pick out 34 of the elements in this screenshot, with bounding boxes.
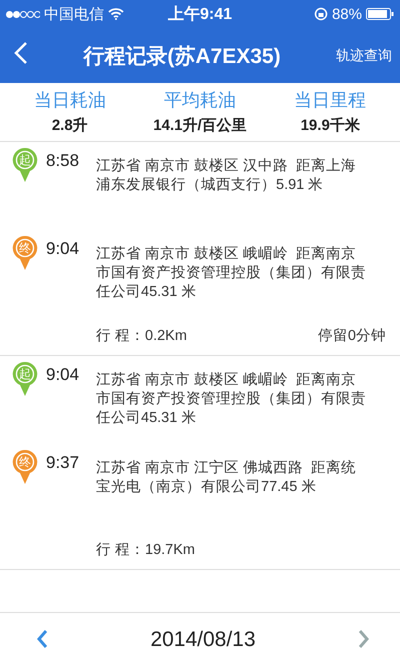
- signal-icon: [6, 10, 40, 18]
- chevron-right-icon[interactable]: [358, 628, 370, 648]
- clock-time: 上午9:41: [168, 4, 232, 24]
- time-label: 9:37: [46, 452, 80, 474]
- stat-label: 当日里程: [294, 89, 366, 112]
- stay-duration: 停留0分钟: [318, 326, 386, 344]
- stat-label: 当日耗油: [34, 89, 106, 112]
- map-pin-icon: 起: [12, 361, 38, 397]
- time-label: 9:04: [46, 364, 80, 386]
- stat-label: 平均耗油: [164, 89, 236, 112]
- wifi-icon: [108, 8, 124, 20]
- track-query-link[interactable]: 轨迹查询: [336, 46, 392, 64]
- map-pin-icon: 终: [12, 449, 38, 485]
- date-label: 2014/08/13: [149, 628, 257, 652]
- carrier-name: 中国电信: [44, 4, 104, 24]
- address-text: 江苏省 南京市 江宁区 佛城西路 距离统宝光电（南京）有限公司77.45 米: [96, 459, 358, 497]
- battery-percent: 88%: [332, 6, 362, 22]
- page-title: 行程记录(苏A7EX35): [82, 44, 282, 70]
- stat-value: 2.8升: [52, 116, 88, 135]
- time-label: 8:58: [46, 150, 80, 172]
- chevron-left-icon[interactable]: [36, 628, 48, 648]
- back-icon[interactable]: [14, 41, 28, 65]
- distance-text: 行 程：19.7Km: [96, 540, 195, 558]
- stat-value: 19.9千米: [300, 116, 360, 135]
- address-text: 江苏省 南京市 鼓楼区 峨嵋岭 距离南京市国有资产投资管理控股（集团）有限责任公司45.31 米: [96, 371, 367, 428]
- time-label: 9:04: [46, 238, 80, 260]
- distance-text: 行 程：0.2Km: [96, 326, 187, 344]
- rotation-lock-icon: [314, 7, 328, 21]
- map-pin-icon: 终: [12, 235, 38, 271]
- address-text: 江苏省 南京市 鼓楼区 汉中路 距离上海浦东发展银行（城西支行）5.91 米: [96, 157, 358, 195]
- stat-value: 14.1升/百公里: [153, 116, 247, 135]
- address-text: 江苏省 南京市 鼓楼区 峨嵋岭 距离南京市国有资产投资管理控股（集团）有限责任公司45.31 米: [96, 245, 367, 302]
- battery-icon: [366, 8, 394, 20]
- map-pin-icon: 起: [12, 147, 38, 183]
